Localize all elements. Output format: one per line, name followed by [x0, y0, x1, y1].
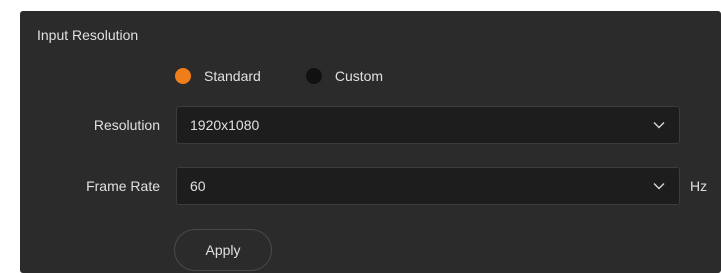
resolution-value: 1920x1080: [190, 117, 260, 133]
input-resolution-panel: Input Resolution Standard Custom Resolut…: [20, 11, 721, 273]
radio-standard-label: Standard: [204, 68, 261, 84]
radio-checked-indicator: [175, 68, 191, 84]
resolution-mode-group: Standard Custom: [175, 68, 383, 84]
chevron-down-icon: [651, 117, 667, 133]
frame-rate-unit: Hz: [690, 178, 708, 194]
radio-custom-label: Custom: [334, 68, 384, 84]
radio-standard[interactable]: Standard: [175, 68, 261, 84]
radio-unchecked-indicator: [305, 68, 322, 84]
chevron-down-icon: [651, 178, 667, 194]
frame-rate-select[interactable]: 60: [176, 167, 680, 205]
frame-rate-label: Frame Rate: [86, 178, 160, 194]
frame-rate-value: 60: [190, 178, 206, 194]
resolution-select[interactable]: 1920x1080: [176, 106, 680, 144]
apply-button[interactable]: Apply: [174, 229, 272, 271]
resolution-label: Resolution: [93, 117, 160, 133]
radio-custom[interactable]: Custom: [305, 68, 384, 84]
section-title: Input Resolution: [37, 27, 139, 43]
